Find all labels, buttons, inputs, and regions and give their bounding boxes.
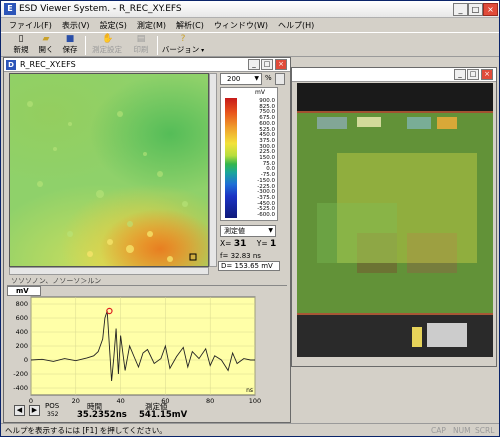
num-indicator: NUM bbox=[453, 426, 471, 435]
xy-readout: X= 31 Y= 1 bbox=[220, 239, 277, 249]
status-help-text: ヘルプを表示するには [F1] を押してください。 bbox=[5, 426, 167, 435]
map-vertical-scrollbar[interactable] bbox=[209, 73, 217, 267]
child-maximize-button[interactable]: □ bbox=[261, 59, 273, 70]
emission-heatmap[interactable] bbox=[9, 73, 209, 267]
y-tick-label: -200 bbox=[13, 370, 28, 378]
x-tick-label: 20 bbox=[72, 397, 80, 405]
next-button[interactable]: ▶ bbox=[29, 405, 40, 416]
app-window: E ESD Viewer System. - R_REC_XY.EFS _ □ … bbox=[0, 0, 500, 437]
photo-window-title-bar: _ □ × bbox=[292, 68, 496, 82]
printer-icon: ▤ bbox=[136, 34, 146, 44]
y-tick-label: 0 bbox=[24, 356, 28, 364]
pos-label: POS bbox=[45, 402, 60, 410]
print-button[interactable]: ▤ 印刷 bbox=[129, 35, 153, 56]
scrl-indicator: SCRL bbox=[475, 426, 495, 435]
y-tick-label: -400 bbox=[13, 384, 28, 392]
document-icon: D bbox=[6, 60, 16, 70]
d-readout: D= 153.65 mV bbox=[218, 261, 280, 271]
heatmap-cursor bbox=[189, 253, 197, 261]
question-icon: ? bbox=[180, 34, 186, 44]
color-scale: mV 900.0 825.0 750.0 675.0 600.0 525.0 450.0 37… bbox=[220, 87, 278, 221]
board-photo[interactable] bbox=[297, 83, 493, 357]
scale-toggle-button[interactable] bbox=[275, 73, 285, 85]
child-close-button[interactable]: × bbox=[275, 59, 287, 70]
photo-maximize-button[interactable]: □ bbox=[467, 69, 479, 80]
version-button[interactable]: ? バージョン ▾ bbox=[161, 35, 205, 56]
zoom-select[interactable]: 200 ▼ bbox=[220, 73, 262, 85]
time-value: 35.2352ns bbox=[77, 410, 127, 420]
y-tick-label: 200 bbox=[16, 342, 28, 350]
toolbar: ▯ 新規 ▰ 開く ■ 保存 ✋ 測定設定 ▤ 印刷 ? バージョン ▾ bbox=[1, 32, 499, 57]
chevron-down-icon: ▼ bbox=[254, 75, 259, 82]
maximize-button[interactable]: □ bbox=[468, 3, 483, 16]
x-tick-label: 100 bbox=[249, 397, 261, 405]
y-tick-label: 600 bbox=[16, 314, 28, 322]
new-file-icon: ▯ bbox=[18, 34, 24, 44]
menu-view[interactable]: 表示(V) bbox=[62, 20, 90, 31]
title-bar: E ESD Viewer System. - R_REC_XY.EFS _ □ … bbox=[1, 1, 499, 18]
chevron-down-icon: ▼ bbox=[268, 227, 273, 234]
measure-value: 541.15mV bbox=[139, 410, 188, 420]
y-tick-label: 800 bbox=[16, 300, 28, 308]
prev-button[interactable]: ◀ bbox=[14, 405, 25, 416]
save-button[interactable]: ■ 保存 bbox=[59, 35, 81, 56]
save-disk-icon: ■ bbox=[65, 34, 75, 44]
map-horizontal-scrollbar[interactable] bbox=[9, 267, 209, 275]
x-tick-label: 0 bbox=[29, 397, 33, 405]
menu-measure[interactable]: 測定(M) bbox=[137, 20, 166, 31]
x-axis-label: ns bbox=[246, 387, 253, 394]
app-icon: E bbox=[4, 3, 16, 15]
x-tick-label: 80 bbox=[206, 397, 214, 405]
map-window-title-bar: D R_REC_XY.EFS _ □ × bbox=[4, 58, 290, 72]
board-overlay bbox=[297, 111, 493, 357]
toolbar-separator bbox=[85, 36, 86, 55]
value-mode-select[interactable]: 測定値 ▼ bbox=[220, 225, 276, 237]
minimize-button[interactable]: _ bbox=[453, 3, 468, 16]
scale-tick: -600.0 bbox=[257, 212, 275, 218]
scale-unit: mV bbox=[255, 89, 265, 96]
menu-window[interactable]: ウィンドウ(W) bbox=[214, 20, 268, 31]
zoom-unit: % bbox=[265, 74, 272, 82]
x-tick-label: 40 bbox=[116, 397, 124, 405]
close-button[interactable]: × bbox=[483, 3, 498, 16]
menu-bar: ファイル(F) 表示(V) 設定(S) 測定(M) 解析(C) ウィンドウ(W)… bbox=[1, 18, 499, 32]
new-button[interactable]: ▯ 新規 bbox=[9, 35, 33, 56]
menu-file[interactable]: ファイル(F) bbox=[9, 20, 52, 31]
status-bar: ヘルプを表示するには [F1] を押してください。 CAP NUM SCRL bbox=[1, 423, 499, 436]
open-button[interactable]: ▰ 開く bbox=[35, 35, 57, 56]
pos-value: 352 bbox=[47, 411, 59, 418]
y-tick-label: 400 bbox=[16, 328, 28, 336]
menu-analysis[interactable]: 解析(C) bbox=[176, 20, 204, 31]
open-folder-icon: ▰ bbox=[42, 34, 50, 44]
heatmap-speckles bbox=[27, 101, 197, 262]
menu-settings[interactable]: 設定(S) bbox=[100, 20, 127, 31]
photo-minimize-button[interactable]: _ bbox=[454, 69, 466, 80]
splitter[interactable] bbox=[7, 285, 287, 286]
menu-help[interactable]: ヘルプ(H) bbox=[278, 20, 314, 31]
color-scale-bar bbox=[225, 98, 237, 218]
hand-icon: ✋ bbox=[102, 34, 114, 44]
measure-settings-button[interactable]: ✋ 測定設定 bbox=[89, 35, 125, 56]
toolbar-separator bbox=[157, 36, 158, 55]
photo-close-button[interactable]: × bbox=[481, 69, 493, 80]
child-minimize-button[interactable]: _ bbox=[248, 59, 260, 70]
window-title: ESD Viewer System. - R_REC_XY.EFS bbox=[19, 4, 182, 14]
caps-indicator: CAP bbox=[431, 426, 446, 435]
f-readout: f= 32.83 ns bbox=[220, 252, 261, 260]
waveform-chart[interactable]: 8006004002000-200-4000 20 40 60 80 100ns bbox=[1, 295, 291, 407]
